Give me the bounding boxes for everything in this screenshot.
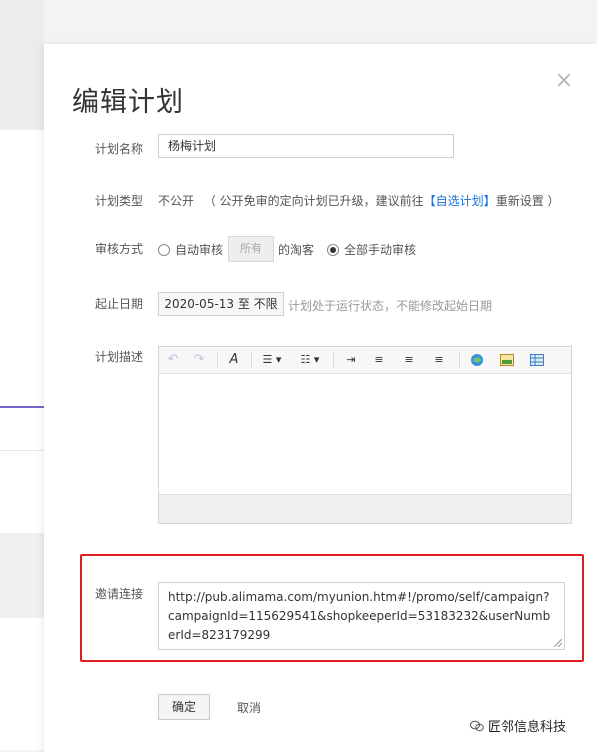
editor-content-area[interactable] [159,374,571,496]
toolbar-divider [459,352,460,368]
editor-status-bar [159,494,571,523]
background-row [0,533,44,618]
bullet-list-icon[interactable]: ☰ ▾ [257,351,287,369]
align-center-icon[interactable]: ≡ [401,351,417,369]
plan-type-row: 不公开 （ 公开免审的定向计划已升级，建议前往【自选计划】重新设置 ） [158,192,560,209]
dialog-title: 编辑计划 [72,87,184,118]
auto-review-radio[interactable] [158,244,170,256]
background-header [0,0,44,130]
image-icon[interactable] [499,351,515,369]
redo-icon[interactable]: ↷ [191,351,207,369]
background-active-indicator [0,406,44,408]
plan-name-input[interactable]: 杨梅计划 [158,134,454,158]
background-page [0,130,44,750]
self-select-plan-link[interactable]: 【自选计划】 [424,194,496,208]
invite-link-label: 邀请连接 [95,587,144,601]
invite-link-value: http://pub.alimama.com/myunion.htm#!/pro… [168,590,551,642]
date-range-button[interactable]: 2020-05-13 至 不限 [158,292,284,316]
description-editor: ↶ ↷ A ☰ ▾ ☷ ▾ ⇥ ≡ ≡ ≡ [158,346,572,524]
cancel-link[interactable]: 取消 [237,699,261,716]
invite-link-textarea[interactable]: http://pub.alimama.com/myunion.htm#!/pro… [158,582,565,650]
auto-review-label: 自动审核 [175,243,224,257]
confirm-button[interactable]: 确定 [158,694,210,720]
clear-format-icon[interactable]: A [225,351,243,369]
background-divider [0,450,44,451]
toolbar-divider [217,352,218,368]
toolbar-divider [333,352,334,368]
auto-review-scope-select[interactable]: 所有 [228,236,274,262]
indent-icon[interactable]: ⇥ [343,351,359,369]
plan-type-note-suffix: 重新设置 ） [495,194,560,208]
plan-type-label: 计划类型 [95,194,144,208]
description-label: 计划描述 [95,350,144,364]
review-mode-label: 审核方式 [95,242,144,256]
plan-type-note: （ 公开免审的定向计划已升级，建议前往 [203,194,424,208]
align-right-icon[interactable]: ≡ [431,351,447,369]
manual-review-label: 全部手动审核 [344,243,417,257]
auto-review-suffix: 的淘客 [278,243,315,257]
date-range-note: 计划处于运行状态，不能修改起始日期 [288,299,493,313]
close-icon[interactable]: × [554,69,574,93]
toolbar-divider [251,352,252,368]
resize-handle-icon[interactable] [554,639,562,647]
watermark-text: 匠邻信息科技 [488,720,567,735]
numbered-list-icon[interactable]: ☷ ▾ [295,351,325,369]
link-icon[interactable] [469,351,485,369]
align-left-icon[interactable]: ≡ [371,351,387,369]
date-range-label: 起止日期 [95,297,144,311]
table-icon[interactable] [529,351,545,369]
manual-review-radio[interactable] [327,244,339,256]
wechat-logo-icon [470,720,484,732]
undo-icon[interactable]: ↶ [165,351,181,369]
edit-plan-dialog: × 编辑计划 计划名称 杨梅计划 计划类型 不公开 （ 公开免审的定向计划已升级… [44,44,597,752]
watermark: 匠邻信息科技 [470,716,566,735]
plan-name-label: 计划名称 [95,142,144,156]
plan-type-value: 不公开 [158,194,195,208]
editor-toolbar: ↶ ↷ A ☰ ▾ ☷ ▾ ⇥ ≡ ≡ ≡ [159,347,571,374]
